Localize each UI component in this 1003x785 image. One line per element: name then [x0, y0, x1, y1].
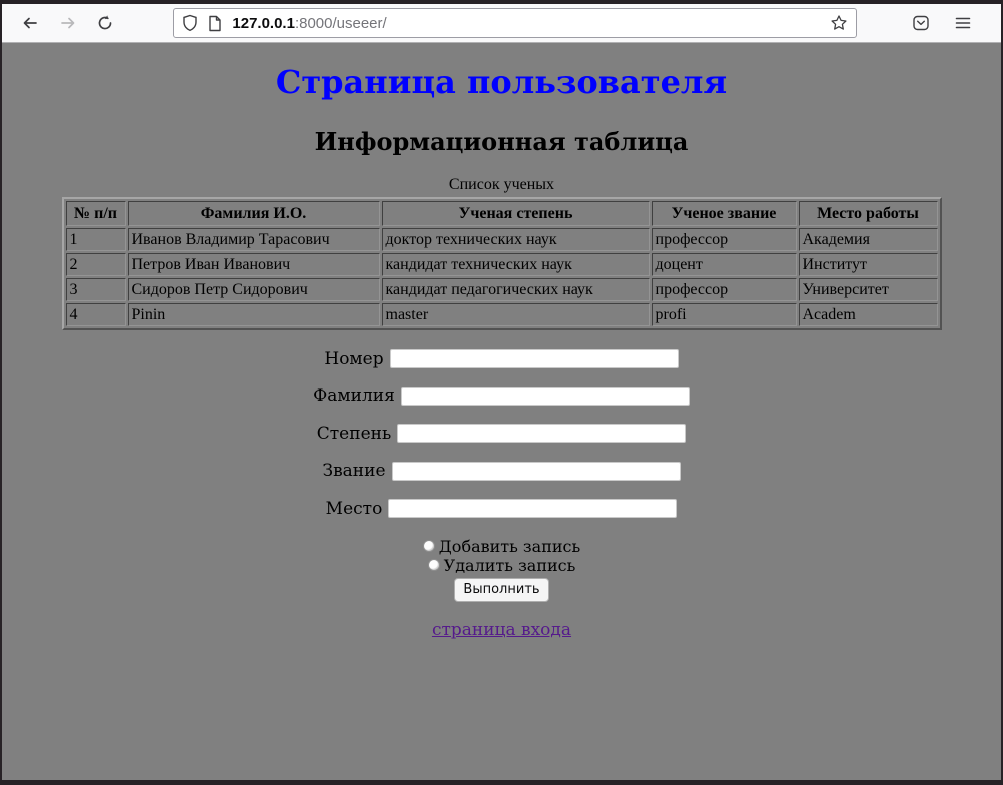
field-row: Номер: [2, 348, 1001, 369]
field-row: Фамилия: [2, 386, 1001, 407]
header-degree: Ученая степень: [382, 201, 650, 226]
surname-input[interactable]: [401, 387, 690, 406]
field-row: Звание: [2, 461, 1001, 482]
field-label-title: Звание: [322, 461, 385, 481]
table-cell: профессор: [652, 278, 797, 301]
table-cell: Academ: [799, 303, 938, 326]
back-button[interactable]: [14, 8, 46, 38]
reload-button[interactable]: [90, 8, 122, 38]
browser-window: 127.0.0.1:8000/useeer/ Страница пользова…: [0, 0, 1003, 785]
bookmark-star-icon[interactable]: [830, 14, 848, 32]
hamburger-menu-icon: [954, 14, 972, 32]
table-cell: 3: [66, 278, 126, 301]
section-title: Информационная таблица: [2, 127, 1001, 156]
radio-label: Удалить запись: [444, 556, 576, 575]
table-cell: доктор технических наук: [382, 228, 650, 251]
pocket-icon: [912, 14, 930, 32]
table-cell: profi: [652, 303, 797, 326]
table-cell: 1: [66, 228, 126, 251]
page-proxy-icon[interactable]: [208, 15, 222, 32]
header-number: № п/п: [66, 201, 126, 226]
radio-delete-record[interactable]: Удалить запись: [2, 556, 1001, 575]
table-cell: 2: [66, 253, 126, 276]
page-viewport: Страница пользователя Информационная таб…: [2, 43, 1001, 780]
url-text[interactable]: 127.0.0.1:8000/useeer/: [232, 15, 830, 32]
shield-icon[interactable]: [182, 14, 198, 32]
table-cell: кандидат педагогических наук: [382, 278, 650, 301]
field-label-degree: Степень: [317, 424, 391, 444]
radio-label: Добавить запись: [439, 537, 580, 556]
field-label-surname: Фамилия: [313, 386, 395, 406]
table-row: 3 Сидоров Петр Сидорович кандидат педаго…: [66, 278, 938, 301]
place-input[interactable]: [388, 499, 677, 518]
pocket-button[interactable]: [905, 8, 937, 38]
table-cell: профессор: [652, 228, 797, 251]
forward-icon: [59, 14, 77, 32]
degree-input[interactable]: [397, 424, 686, 443]
table-row: 4 Pinin master profi Academ: [66, 303, 938, 326]
browser-toolbar: 127.0.0.1:8000/useeer/: [2, 4, 1001, 43]
table-cell: кандидат технических наук: [382, 253, 650, 276]
field-row: Место: [2, 498, 1001, 519]
execute-button[interactable]: Выполнить: [454, 578, 548, 602]
action-radio-group: Добавить запись Удалить запись: [2, 537, 1001, 575]
header-surname: Фамилия И.О.: [128, 201, 380, 226]
radio-button-icon: [423, 540, 435, 552]
login-link-wrap: страница входа: [2, 620, 1001, 640]
table-row: 1 Иванов Владимир Тарасович доктор техни…: [66, 228, 938, 251]
menu-button[interactable]: [947, 8, 979, 38]
url-bar[interactable]: 127.0.0.1:8000/useeer/: [173, 8, 857, 38]
table-cell: master: [382, 303, 650, 326]
record-form: Номер Фамилия Степень Звание Место Добав…: [2, 348, 1001, 602]
table-row: 2 Петров Иван Иванович кандидат техничес…: [66, 253, 938, 276]
table-cell: доцент: [652, 253, 797, 276]
login-page-link[interactable]: страница входа: [432, 620, 571, 640]
radio-button-icon: [428, 559, 440, 571]
table-cell: Университет: [799, 278, 938, 301]
table-cell: Иванов Владимир Тарасович: [128, 228, 380, 251]
page-title: Страница пользователя: [2, 63, 1001, 101]
table-cell: Академия: [799, 228, 938, 251]
url-path: :8000/useeer/: [295, 15, 387, 32]
url-host: 127.0.0.1: [232, 15, 295, 32]
field-row: Степень: [2, 423, 1001, 444]
header-title: Ученое звание: [652, 201, 797, 226]
table-cell: Сидоров Петр Сидорович: [128, 278, 380, 301]
scientists-table: № п/п Фамилия И.О. Ученая степень Ученое…: [62, 197, 942, 330]
radio-add-record[interactable]: Добавить запись: [2, 537, 1001, 556]
title-input[interactable]: [392, 462, 681, 481]
table-cell: Петров Иван Иванович: [128, 253, 380, 276]
table-caption: Список ученых: [2, 176, 1001, 194]
table-cell: Институт: [799, 253, 938, 276]
header-workplace: Место работы: [799, 201, 938, 226]
field-label-place: Место: [326, 499, 383, 519]
toolbar-right-icons: [905, 8, 989, 38]
back-icon: [21, 14, 39, 32]
reload-icon: [96, 14, 114, 32]
field-label-number: Номер: [324, 349, 383, 369]
table-header-row: № п/п Фамилия И.О. Ученая степень Ученое…: [66, 201, 938, 226]
number-input[interactable]: [390, 349, 679, 368]
table-cell: Pinin: [128, 303, 380, 326]
forward-button[interactable]: [52, 8, 84, 38]
table-cell: 4: [66, 303, 126, 326]
